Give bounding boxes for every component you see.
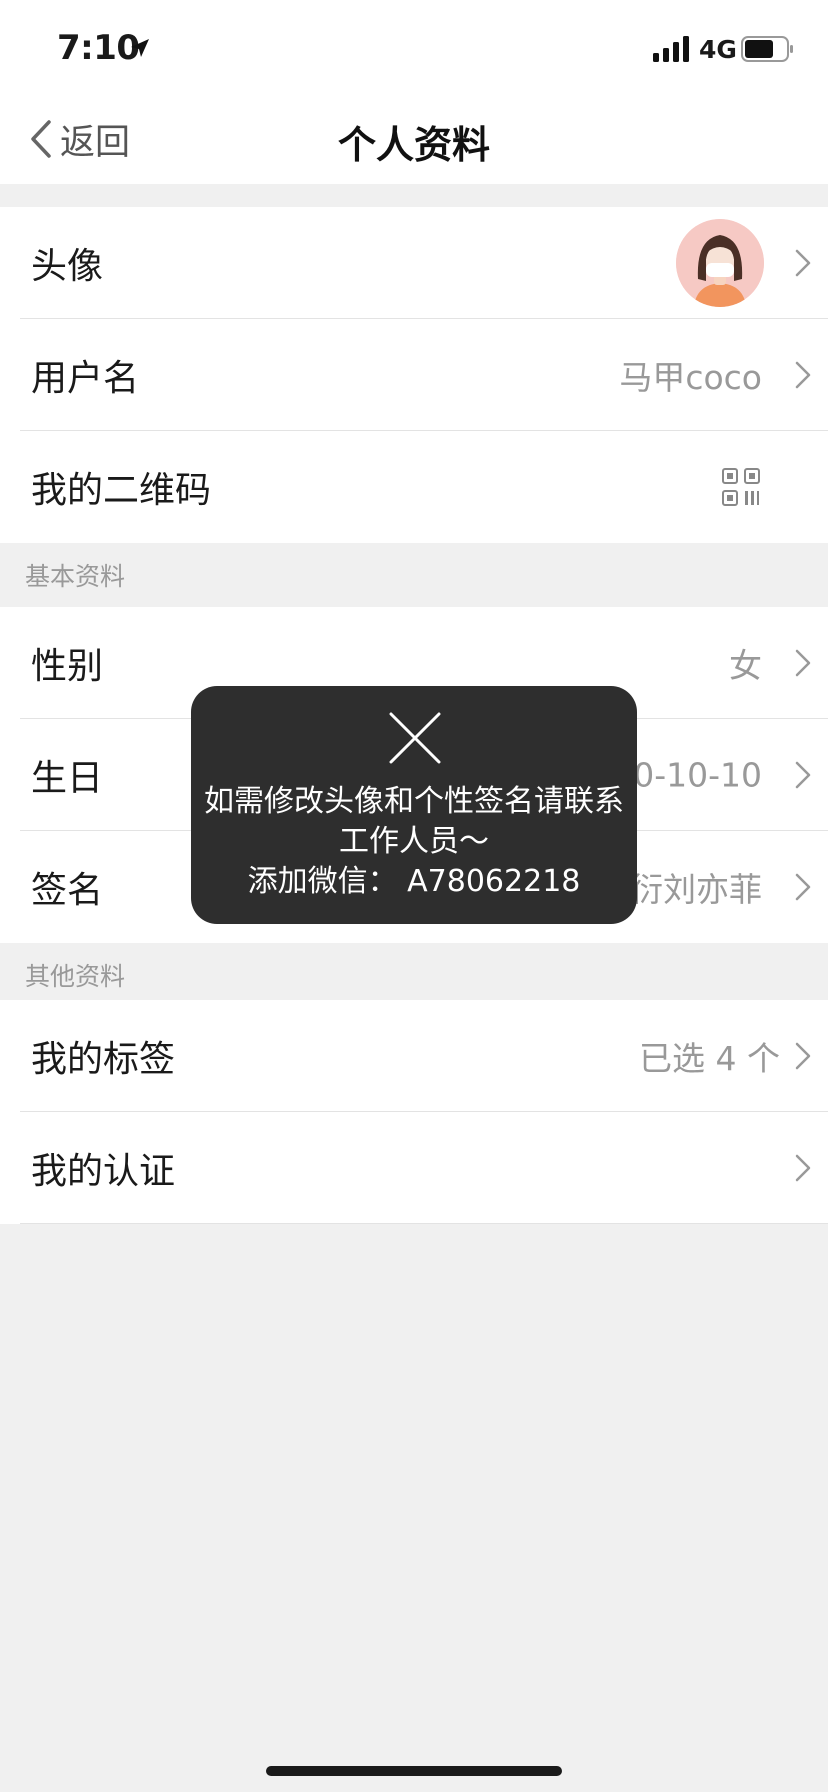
cellular-signal-icon: [653, 36, 689, 62]
avatar: [676, 219, 764, 307]
gender-value: 女: [729, 646, 762, 685]
chevron-right-icon: [795, 649, 811, 677]
chevron-right-icon: [795, 873, 811, 901]
qr-code-label: 我的二维码: [31, 470, 212, 511]
chevron-right-icon: [795, 1042, 811, 1070]
chevron-right-icon: [795, 761, 811, 789]
other-info-title: 其他资料: [25, 962, 126, 991]
toast-text: 如需修改头像和个性签名请联系工作人员～: [204, 784, 624, 859]
signature-label: 签名: [31, 870, 104, 911]
username-value: 马甲coco: [619, 358, 762, 397]
signature-value: 衍刘亦菲: [630, 870, 762, 909]
avatar-label: 头像: [31, 246, 104, 287]
network-type: 4G: [699, 35, 737, 64]
home-indicator[interactable]: [266, 1766, 562, 1776]
page-title: 个人资料: [337, 123, 490, 167]
navigation-bar: 返回 个人资料: [0, 92, 828, 184]
status-bar: 7:10 4G: [0, 0, 828, 92]
battery-icon: [741, 36, 793, 62]
basic-info-header: 基本资料: [0, 543, 828, 607]
location-arrow-icon: [131, 39, 149, 57]
qr-code-icon: [722, 468, 760, 506]
birthday-label: 生日: [31, 758, 104, 799]
toast-wechat-id: 添加微信： A78062218: [247, 864, 581, 899]
profile-group: 头像 用户名 马甲coco 我的二维码: [0, 207, 828, 543]
verification-label: 我的认证: [31, 1151, 176, 1192]
tags-row[interactable]: 我的标签 已选 4 个: [0, 1000, 828, 1112]
username-label: 用户名: [31, 358, 140, 399]
chevron-right-icon: [795, 1154, 811, 1182]
qr-code-row[interactable]: 我的二维码: [0, 431, 828, 543]
toast-message: 如需修改头像和个性签名请联系工作人员～ 添加微信： A78062218: [191, 686, 637, 924]
chevron-right-icon: [795, 249, 811, 277]
avatar-illustration: [676, 219, 764, 307]
profile-screen: 7:10 4G 返回 个人资料 头像 用户名 马甲coco 我的二维码 基本资料…: [0, 0, 828, 1792]
gender-label: 性别: [31, 646, 104, 687]
chevron-right-icon: [795, 361, 811, 389]
avatar-row[interactable]: 头像: [0, 207, 828, 319]
divider: [20, 1223, 828, 1224]
username-row[interactable]: 用户名 马甲coco: [0, 319, 828, 431]
verification-row[interactable]: 我的认证: [0, 1112, 828, 1224]
tags-value: 已选 4 个: [639, 1039, 780, 1078]
other-info-header: 其他资料: [0, 943, 828, 1007]
basic-info-title: 基本资料: [25, 562, 126, 591]
other-info-group: 我的标签 已选 4 个 我的认证: [0, 1000, 828, 1224]
close-icon: [389, 712, 441, 764]
tags-label: 我的标签: [31, 1039, 176, 1080]
